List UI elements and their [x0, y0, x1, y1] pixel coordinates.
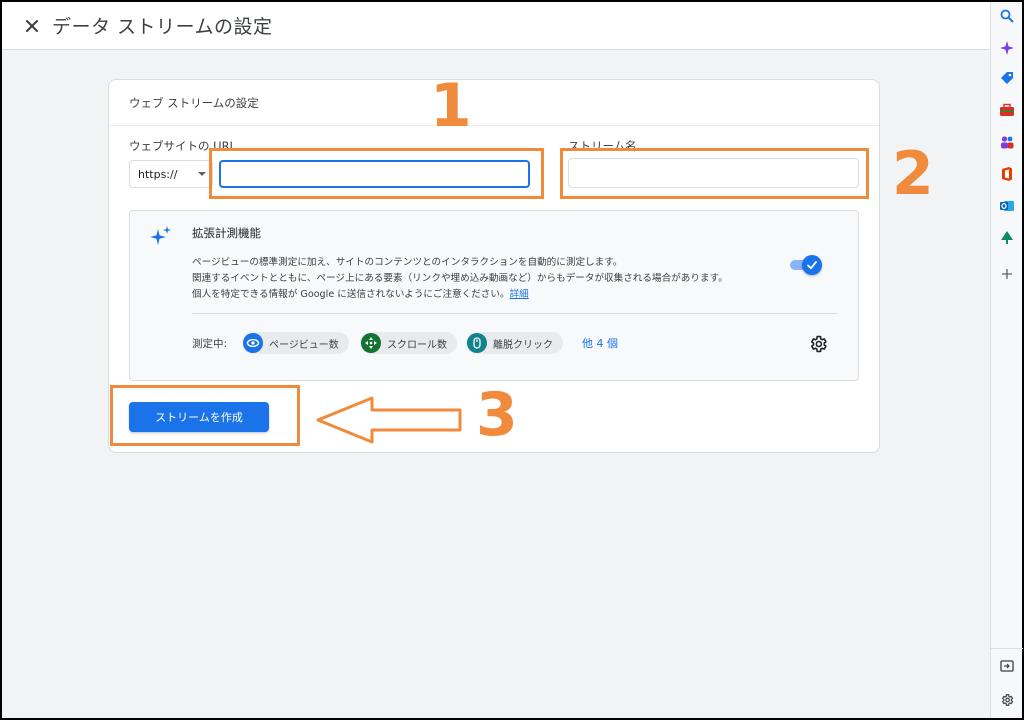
right-sidebar — [990, 2, 1023, 718]
description-text: 個人を特定できる情報が Google に送信されないようにご注意ください。 — [192, 289, 510, 300]
divider — [991, 648, 1023, 649]
description-line: ページビューの標準測定に加え、サイトのコンテンツとのインタラクションを自動的に測… — [192, 257, 623, 268]
annotation-number-1: 1 — [430, 71, 472, 141]
office-icon[interactable] — [997, 164, 1017, 184]
page-title: データ ストリームの設定 — [52, 16, 273, 38]
tag-icon[interactable] — [997, 68, 1017, 88]
copilot-icon[interactable] — [997, 38, 1017, 58]
chevron-down-icon — [198, 172, 206, 176]
close-icon — [26, 19, 38, 32]
add-icon[interactable] — [997, 264, 1017, 284]
crosshair-icon — [361, 333, 381, 353]
briefcase-icon[interactable] — [997, 100, 1017, 120]
details-link[interactable]: 詳細 — [510, 289, 529, 300]
protocol-select[interactable]: https:// — [129, 160, 213, 188]
header: データ ストリームの設定 — [2, 2, 990, 50]
outlook-icon[interactable] — [997, 196, 1017, 216]
search-icon[interactable] — [997, 6, 1017, 26]
enhanced-measurement-panel: 拡張計測機能 ページビューの標準測定に加え、サイトのコンテンツとのインタラクショ… — [129, 210, 859, 381]
arrow-left-icon — [316, 396, 462, 444]
card-title: ウェブ ストリームの設定 — [109, 80, 879, 126]
chip-label: ページビュー数 — [269, 339, 339, 351]
eye-icon — [243, 333, 263, 353]
highlight-box-2 — [560, 148, 869, 199]
annotation-number-2: 2 — [892, 139, 934, 209]
tree-icon[interactable] — [997, 228, 1017, 248]
enhanced-toggle[interactable] — [790, 255, 822, 275]
check-icon — [807, 261, 817, 270]
toggle-knob — [802, 255, 822, 275]
chip-page-views[interactable]: ページビュー数 — [242, 332, 349, 354]
annotation-number-3: 3 — [476, 380, 518, 450]
divider — [192, 313, 838, 314]
measuring-label: 測定中: — [192, 338, 228, 350]
chip-label: 離脱クリック — [493, 339, 553, 351]
protocol-value: https:// — [138, 167, 178, 181]
sidebar-toggle-icon[interactable] — [997, 656, 1017, 676]
more-events-link[interactable]: 他 4 個 — [582, 335, 618, 351]
enhanced-title: 拡張計測機能 — [192, 226, 261, 240]
sparkle-icon — [150, 226, 171, 245]
chip-label: スクロール数 — [387, 339, 447, 351]
description-line: 関連するイベントとともに、ページ上にある要素（リンクや埋め込み動画など）からもデ… — [192, 273, 728, 284]
people-icon[interactable] — [997, 132, 1017, 152]
main-area: データ ストリームの設定 ウェブ ストリームの設定 ウェブサイトの URL ht… — [2, 2, 990, 718]
enhanced-description: ページビューの標準測定に加え、サイトのコンテンツとのインタラクションを自動的に測… — [192, 255, 792, 303]
mouse-icon — [467, 333, 487, 353]
chip-outbound-clicks[interactable]: 離脱クリック — [466, 332, 563, 354]
settings-icon[interactable] — [997, 690, 1017, 710]
highlight-box-1 — [209, 148, 544, 199]
close-button[interactable] — [20, 14, 44, 38]
highlight-box-3 — [110, 385, 300, 446]
description-line: 個人を特定できる情報が Google に送信されないようにご注意ください。詳細 — [192, 287, 792, 303]
gear-icon[interactable] — [808, 334, 828, 354]
chip-scrolls[interactable]: スクロール数 — [360, 332, 457, 354]
